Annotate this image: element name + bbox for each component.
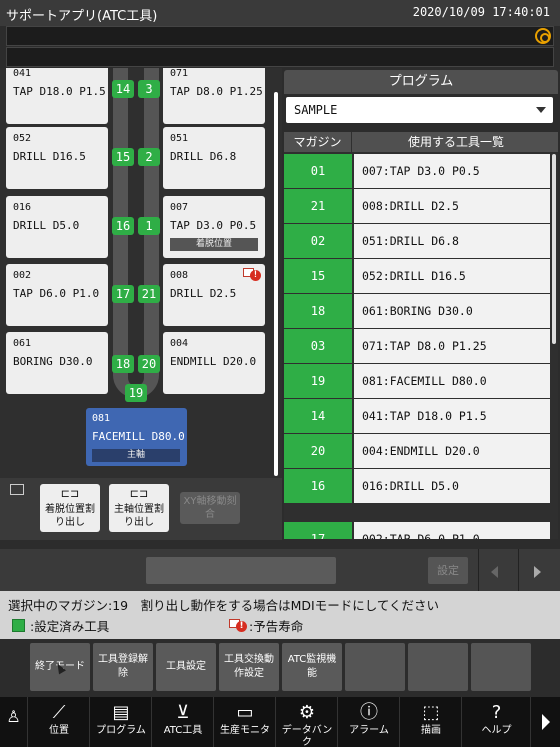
table-row[interactable]: 19 081:FACEMILL D80.0 — [284, 364, 558, 399]
empty-softkey[interactable] — [471, 643, 531, 691]
pocket-number: 17 — [112, 285, 134, 303]
app-title: サポートアプリ(ATC工具) — [6, 9, 158, 24]
set-tool-swatch — [12, 619, 25, 632]
pocket-number: 16 — [112, 217, 134, 235]
spindle-position-icon: ⊏⊐ — [129, 487, 149, 500]
tool-card[interactable]: 061 BORING D30.0 — [6, 332, 108, 394]
empty-softkey[interactable] — [345, 643, 405, 691]
bottom-nav: ♙ ⟋ 位置 ▤ プログラム ⊻ ATC工具 ▭ 生産モニタ ⚙ データバンク ⓘ アラーム… — [0, 697, 560, 747]
setting-input[interactable] — [146, 557, 336, 584]
pocket-number: 15 — [112, 148, 134, 166]
table-row[interactable]: 17 002:TAP D6.0 P1.0 — [284, 522, 558, 539]
table-row[interactable]: 16 016:DRILL D5.0 — [284, 469, 558, 504]
pocket-number: 20 — [138, 355, 160, 373]
spindle-tool-card[interactable]: 081 FACEMILL D80.0 主軸 — [86, 408, 187, 466]
nav-help[interactable]: ? ヘルプ — [463, 697, 531, 747]
life-warning-icon: ! — [243, 267, 261, 281]
tool-change-setting-softkey[interactable]: 工具交換動 作設定 — [219, 643, 279, 691]
cube-icon: ⬚ — [422, 702, 440, 723]
table-row[interactable]: 21 008:DRILL D2.5 — [284, 189, 558, 224]
table-row[interactable]: 01 007:TAP D3.0 P0.5 — [284, 154, 558, 189]
index-spindle-position-button[interactable]: ⊏⊐ 主軸位置割 り出し — [109, 484, 169, 532]
pocket-number: 14 — [112, 80, 134, 98]
tool-card[interactable]: 071 TAP D8.0 P1.25 — [163, 68, 265, 124]
pocket-number: 3 — [138, 80, 160, 98]
setting-bar: 設定 — [0, 549, 560, 591]
nav-position[interactable]: ⟋ 位置 — [29, 697, 90, 747]
prev-arrow-icon[interactable] — [491, 566, 498, 578]
col-tools: 使用する工具一覧 — [407, 135, 504, 149]
tool-card[interactable]: 052 DRILL D16.5 — [6, 127, 108, 189]
tool-list-table: マガジン 使用する工具一覧 01 007:TAP D3.0 P0.5 21 008:… — [284, 132, 558, 539]
spindle-tag: 主軸 — [92, 449, 180, 462]
nav-atc-tool[interactable]: ⊻ ATC工具 — [153, 697, 214, 747]
table-row[interactable]: 18 061:BORING D30.0 — [284, 294, 558, 329]
monitor-icon: ▭ — [236, 702, 254, 723]
dropdown-arrow-icon — [536, 107, 546, 113]
empty-softkey[interactable] — [408, 643, 468, 691]
table-row[interactable]: 14 041:TAP D18.0 P1.5 — [284, 399, 558, 434]
xy-axis-move-button[interactable]: XY軸移動刻 合 — [180, 492, 240, 524]
index-attach-position-button[interactable]: ⊏⊐ 着脱位置割 り出し — [40, 484, 100, 532]
message-bar-1 — [6, 26, 554, 46]
legend-set-tool: :設定済み工具 — [30, 619, 110, 634]
atc-tool-icon: ⊻ — [176, 702, 190, 723]
table-row[interactable]: 15 052:DRILL D16.5 — [284, 259, 558, 294]
operator-icon[interactable]: ♙ — [0, 697, 28, 747]
title-bar: サポートアプリ(ATC工具) 2020/10/09 17:40:01 — [0, 0, 560, 26]
program-icon: ▤ — [112, 702, 130, 723]
nav-alarm[interactable]: ⓘ アラーム — [339, 697, 400, 747]
tool-card[interactable]: 051 DRILL D6.8 — [163, 127, 265, 189]
tool-card[interactable]: 007 TAP D3.0 P0.5 着脱位置 — [163, 196, 265, 258]
attach-position-tag: 着脱位置 — [170, 238, 258, 251]
pocket-number: 1 — [138, 217, 160, 235]
table-row[interactable]: 20 004:ENDMILL D20.0 — [284, 434, 558, 469]
nav-production-monitor[interactable]: ▭ 生産モニタ — [215, 697, 276, 747]
legend-life-warning: :予告寿命 — [249, 619, 304, 634]
table-header: マガジン 使用する工具一覧 — [284, 132, 558, 152]
atc-monitor-softkey[interactable]: ATC監視機能 — [282, 643, 342, 691]
magazine-view: 041 TAP D18.0 P1.5 14 071 TAP D8.0 P1.25… — [0, 68, 282, 478]
table-row[interactable]: 02 051:DRILL D6.8 — [284, 224, 558, 259]
datetime: 2020/10/09 17:40:01 — [412, 5, 550, 19]
tool-card[interactable]: 041 TAP D18.0 P1.5 — [6, 68, 108, 124]
tool-card[interactable]: 008 DRILL D2.5 ! — [163, 264, 265, 326]
table-row[interactable]: 03 071:TAP D8.0 P1.25 — [284, 329, 558, 364]
gear-icon: ⚙ — [298, 702, 316, 723]
life-warning-icon: ! — [229, 618, 247, 632]
tool-card[interactable]: 002 TAP D6.0 P1.0 — [6, 264, 108, 326]
pocket-number: 2 — [138, 148, 160, 166]
pocket-number: 21 — [138, 285, 160, 303]
more-arrow-icon[interactable] — [532, 697, 560, 747]
unregister-tool-softkey[interactable]: 工具登録解除 — [93, 643, 153, 691]
nav-program[interactable]: ▤ プログラム — [91, 697, 152, 747]
message-bar-2 — [6, 47, 554, 67]
tool-card[interactable]: 016 DRILL D5.0 — [6, 196, 108, 258]
nav-databank[interactable]: ⚙ データバンク — [277, 697, 338, 747]
spindle-pocket-number: 19 — [125, 384, 147, 402]
tool-card[interactable]: 004 ENDMILL D20.0 — [163, 332, 265, 394]
program-select[interactable]: SAMPLE — [286, 97, 553, 123]
help-icon: ? — [491, 702, 502, 723]
alarm-icon: ⓘ — [360, 702, 378, 723]
table-scrollbar[interactable] — [552, 154, 556, 344]
attach-position-icon: ⊏⊐ — [60, 487, 80, 500]
info-panel: 選択中のマガジン:19 割り出し動作をする場合はMDIモードにしてください :設… — [0, 591, 560, 639]
program-header: プログラム — [284, 70, 558, 94]
tool-change-icon — [10, 484, 24, 495]
next-arrow-icon[interactable] — [534, 566, 541, 578]
col-magazine: マガジン — [284, 132, 352, 152]
status-message: 選択中のマガジン:19 割り出し動作をする場合はMDIモードにしてください — [8, 598, 439, 613]
magazine-scrollbar[interactable] — [274, 92, 278, 476]
pocket-number: 18 — [112, 355, 134, 373]
softkey-row: 終了モード 工具登録解除 工具設定 工具交換動 作設定 ATC監視機能 — [0, 639, 560, 696]
nav-draw[interactable]: ⬚ 描画 — [401, 697, 462, 747]
axis-icon: ⟋ — [52, 702, 66, 723]
app-root: サポートアプリ(ATC工具) 2020/10/09 17:40:01 041 T… — [0, 0, 560, 747]
tool-setting-softkey[interactable]: 工具設定 — [156, 643, 216, 691]
set-button[interactable]: 設定 — [428, 557, 468, 584]
spindle-rotation-icon — [535, 28, 551, 44]
